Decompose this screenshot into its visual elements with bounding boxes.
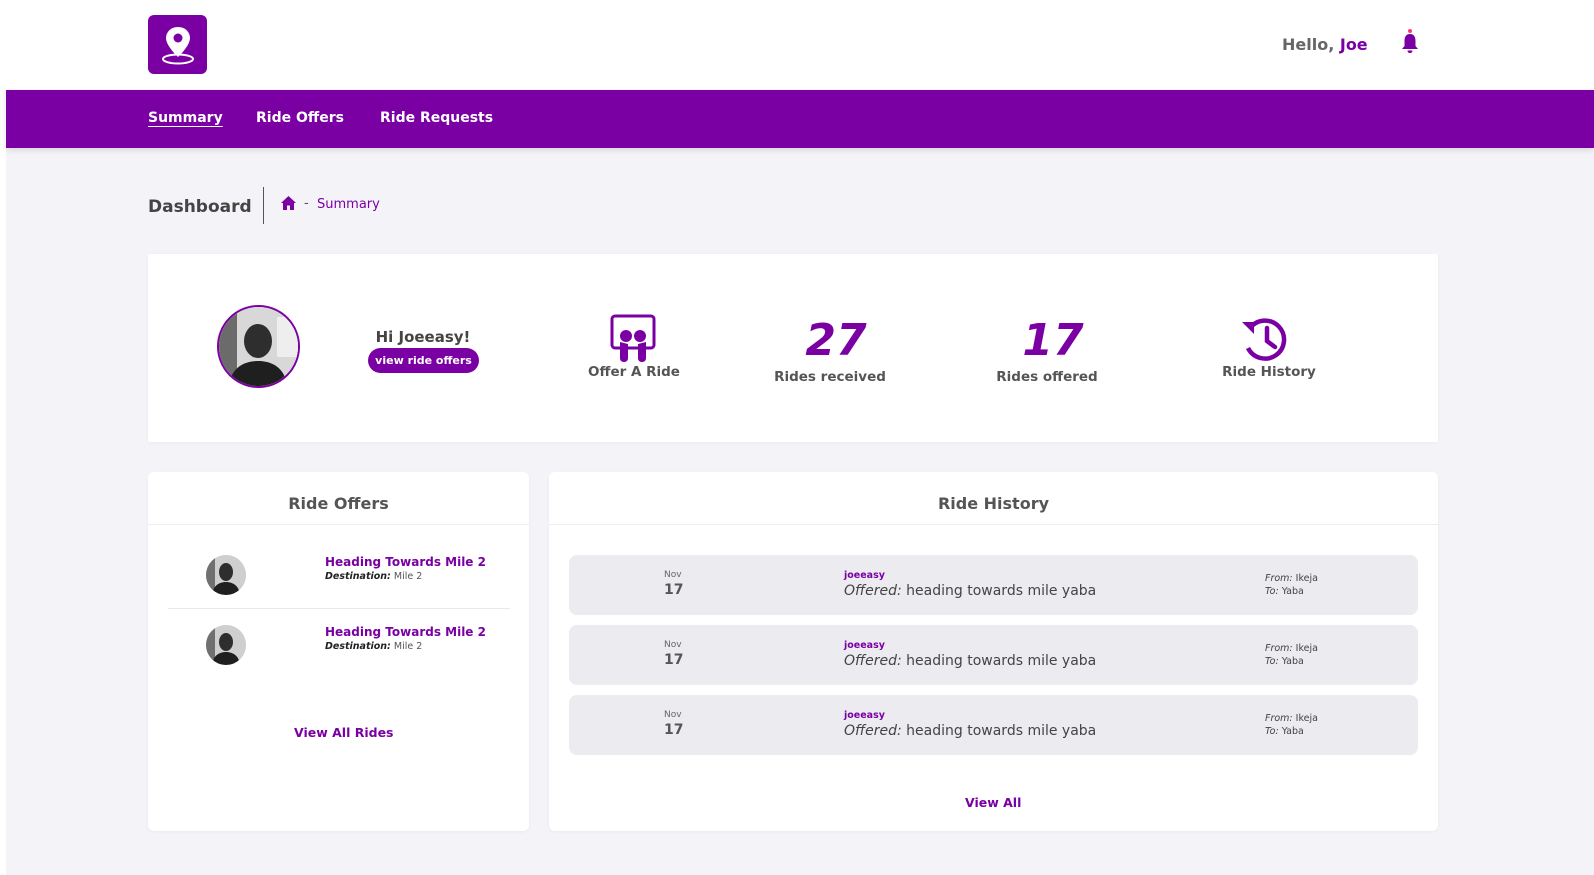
ride-day: 17 xyxy=(664,722,684,738)
ride-day: 17 xyxy=(664,652,684,668)
view-all-history-link[interactable]: View All xyxy=(965,795,1021,810)
nav-summary[interactable]: Summary xyxy=(148,110,223,126)
view-ride-offers-button[interactable]: view ride offers xyxy=(368,348,479,373)
ride-to-value: Yaba xyxy=(1281,586,1304,597)
bell-icon[interactable] xyxy=(1400,28,1420,54)
rides-offered-count: 17 xyxy=(1022,315,1084,366)
ride-description: Offered: heading towards mile yaba xyxy=(844,723,1096,739)
location-pin-logo[interactable] xyxy=(148,15,207,74)
user-greeting: Hello, Joe xyxy=(1282,35,1368,54)
ride-from: From: Ikeja xyxy=(1265,573,1318,584)
ride-month: Nov xyxy=(664,640,682,650)
offer-destination: Destination: Mile 2 xyxy=(325,641,422,652)
ride-history-label[interactable]: Ride History xyxy=(1179,364,1359,380)
ride-offers-card: Ride Offers Heading Towards Mile 2 Desti… xyxy=(148,472,529,831)
offered-label: Offered: xyxy=(844,653,902,669)
offer-ride-icon[interactable] xyxy=(609,314,657,364)
ride-history-card: Ride History Nov 17 joeeasy Offered: hea… xyxy=(549,472,1438,831)
list-item[interactable]: Heading Towards Mile 2 Destination: Mile… xyxy=(168,539,510,609)
app-frame: Hello, Joe Summary Ride Offers Ride Requ… xyxy=(6,0,1594,875)
offer-title[interactable]: Heading Towards Mile 2 xyxy=(325,555,486,569)
nav-ride-requests[interactable]: Ride Requests xyxy=(380,110,493,126)
ride-description: Offered: heading towards mile yaba xyxy=(844,583,1096,599)
avatar-photo xyxy=(219,307,298,386)
ride-from-value: Ikeja xyxy=(1295,573,1318,584)
from-label: From: xyxy=(1265,643,1293,654)
ride-user[interactable]: joeeasy xyxy=(844,710,885,721)
ride-user[interactable]: joeeasy xyxy=(844,570,885,581)
offer-title[interactable]: Heading Towards Mile 2 xyxy=(325,625,486,639)
avatar xyxy=(206,555,246,595)
welcome-message: Hi Joeeasy! xyxy=(375,328,471,346)
rides-received-count: 27 xyxy=(805,315,867,366)
ride-description: Offered: heading towards mile yaba xyxy=(844,653,1096,669)
rides-offered-label: Rides offered xyxy=(996,369,1098,385)
rides-received-label: Rides received xyxy=(774,369,886,385)
destination-label: Destination: xyxy=(325,641,391,652)
top-bar: Hello, Joe xyxy=(6,0,1594,90)
page-title: Dashboard xyxy=(148,197,252,217)
ride-description-text: heading towards mile yaba xyxy=(906,653,1097,669)
ride-to: To: Yaba xyxy=(1265,726,1304,737)
to-label: To: xyxy=(1265,726,1279,737)
ride-from-value: Ikeja xyxy=(1295,643,1318,654)
destination-value: Mile 2 xyxy=(393,641,423,652)
ride-month: Nov xyxy=(664,570,682,580)
table-row[interactable]: Nov 17 joeeasy Offered: heading towards … xyxy=(569,555,1418,615)
ride-offers-title: Ride Offers xyxy=(148,472,529,525)
ride-to-value: Yaba xyxy=(1281,726,1304,737)
offer-destination: Destination: Mile 2 xyxy=(325,571,422,582)
from-label: From: xyxy=(1265,573,1293,584)
greeting-text: Hello, xyxy=(1282,35,1335,54)
offered-label: Offered: xyxy=(844,723,902,739)
history-icon[interactable] xyxy=(1240,316,1288,362)
nav-ride-offers[interactable]: Ride Offers xyxy=(256,110,344,126)
avatar xyxy=(206,625,246,665)
profile-avatar[interactable] xyxy=(217,305,300,388)
ride-from: From: Ikeja xyxy=(1265,713,1318,724)
destination-label: Destination: xyxy=(325,571,391,582)
ride-history-title: Ride History xyxy=(549,472,1438,525)
breadcrumb-current: Summary xyxy=(317,197,380,212)
ride-month: Nov xyxy=(664,710,682,720)
from-label: From: xyxy=(1265,713,1293,724)
summary-card: Hi Joeeasy! view ride offers Offer A Rid… xyxy=(148,254,1438,442)
ride-from-value: Ikeja xyxy=(1295,713,1318,724)
ride-user[interactable]: joeeasy xyxy=(844,640,885,651)
main-nav: Summary Ride Offers Ride Requests xyxy=(6,90,1594,148)
avatar-photo xyxy=(206,625,246,665)
breadcrumb-separator: - xyxy=(304,196,309,211)
ride-from: From: Ikeja xyxy=(1265,643,1318,654)
table-row[interactable]: Nov 17 joeeasy Offered: heading towards … xyxy=(569,625,1418,685)
ride-to-value: Yaba xyxy=(1281,656,1304,667)
ride-description-text: heading towards mile yaba xyxy=(906,723,1097,739)
ride-to: To: Yaba xyxy=(1265,586,1304,597)
ride-to: To: Yaba xyxy=(1265,656,1304,667)
destination-value: Mile 2 xyxy=(393,571,423,582)
avatar-photo xyxy=(206,555,246,595)
list-item[interactable]: Heading Towards Mile 2 Destination: Mile… xyxy=(168,609,510,679)
breadcrumb-divider xyxy=(263,187,264,224)
location-pin-icon xyxy=(161,26,194,64)
view-all-rides-link[interactable]: View All Rides xyxy=(294,725,394,740)
user-name[interactable]: Joe xyxy=(1340,35,1368,54)
home-icon[interactable] xyxy=(280,195,297,211)
offer-ride-label[interactable]: Offer A Ride xyxy=(544,364,724,380)
ride-description-text: heading towards mile yaba xyxy=(906,583,1097,599)
to-label: To: xyxy=(1265,586,1279,597)
to-label: To: xyxy=(1265,656,1279,667)
ride-day: 17 xyxy=(664,582,684,598)
table-row[interactable]: Nov 17 joeeasy Offered: heading towards … xyxy=(569,695,1418,755)
offered-label: Offered: xyxy=(844,583,902,599)
